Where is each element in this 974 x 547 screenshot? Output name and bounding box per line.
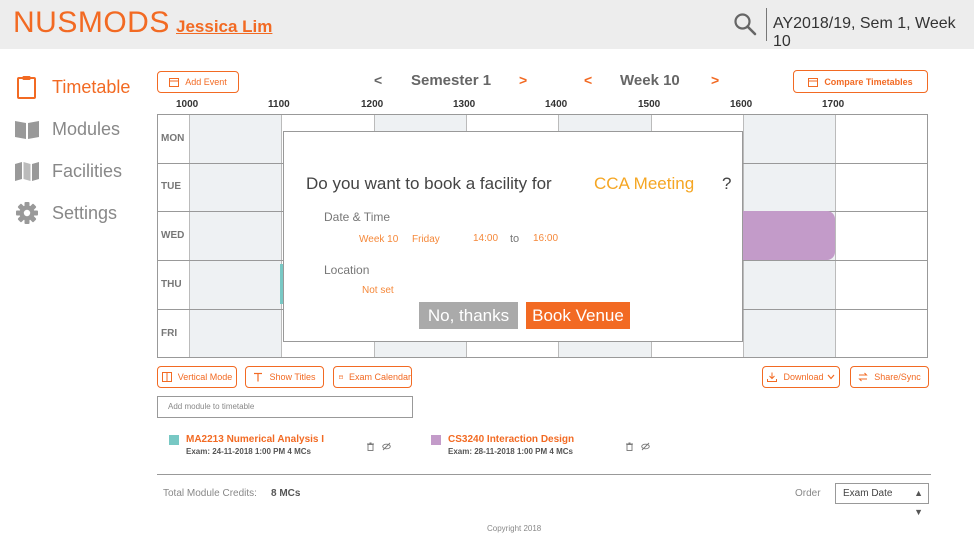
sidebar-item-label: Timetable <box>52 76 131 97</box>
booking-dialog: Do you want to book a facility for CCA M… <box>283 131 743 342</box>
compare-timetables-button[interactable]: Compare Timetables <box>793 70 928 93</box>
total-credits-label: Total Module Credits: <box>163 488 257 499</box>
to-label: to <box>510 233 520 245</box>
search-icon[interactable] <box>733 12 757 36</box>
sidebar-item-settings[interactable]: Settings <box>14 201 117 225</box>
sidebar-item-modules[interactable]: Modules <box>14 117 120 141</box>
download-icon <box>767 372 778 382</box>
add-module-input[interactable]: Add module to timetable <box>157 396 413 418</box>
day-label: THU <box>161 279 182 290</box>
hour-label: 1400 <box>545 99 568 110</box>
module-title[interactable]: CS3240 Interaction Design <box>448 434 574 445</box>
sidebar-item-timetable[interactable]: Timetable <box>14 75 130 99</box>
dialog-question: Do you want to book a facility for <box>306 174 552 193</box>
hour-label: 1700 <box>822 99 845 110</box>
sidebar-item-label: Modules <box>52 118 121 139</box>
vertical-mode-label: Vertical Mode <box>177 372 233 382</box>
hour-label: 1500 <box>638 99 661 110</box>
trash-icon[interactable] <box>625 442 634 451</box>
divider <box>157 474 931 475</box>
hour-label: 1300 <box>453 99 476 110</box>
trash-icon[interactable] <box>366 442 375 451</box>
semester-title: Semester 1 <box>411 72 492 89</box>
map-icon <box>15 162 39 181</box>
exam-calendar-label: Exam Calendar <box>348 372 411 382</box>
book-venue-button[interactable]: Book Venue <box>526 302 630 329</box>
hour-label: 1000 <box>176 99 199 110</box>
share-sync-button[interactable]: Share/Sync <box>850 366 929 388</box>
order-label: Order <box>795 488 821 499</box>
module-title[interactable]: MA2213 Numerical Analysis I <box>186 434 324 445</box>
add-event-label: Add Event <box>185 77 227 87</box>
dialog-question-mark: ? <box>722 174 732 193</box>
day-label: TUE <box>161 181 181 192</box>
download-label: Download <box>783 372 824 382</box>
location-label: Location <box>324 263 370 277</box>
module-exam-details: Exam: 24-11-2018 1:00 PM 4 MCs <box>186 447 311 456</box>
next-semester-arrow[interactable]: > <box>519 72 527 88</box>
show-titles-label: Show Titles <box>269 372 316 382</box>
download-button[interactable]: Download <box>762 366 840 388</box>
text-icon <box>254 372 263 382</box>
gear-icon <box>16 202 38 224</box>
semester-week-label: AY2018/19, Sem 1, Week 10 <box>773 15 956 50</box>
hour-label: 1200 <box>361 99 384 110</box>
hour-label: 1600 <box>730 99 753 110</box>
chevron-down-icon <box>827 374 834 380</box>
sidebar-item-facilities[interactable]: Facilities <box>14 159 122 183</box>
share-sync-label: Share/Sync <box>874 372 921 382</box>
select-arrows-icon: ▲ ▼ <box>914 488 923 517</box>
clipboard-icon <box>17 76 36 99</box>
timetable-event-cs3240[interactable] <box>742 211 835 260</box>
prev-semester-arrow[interactable]: < <box>374 72 382 88</box>
hide-icon[interactable] <box>382 442 391 451</box>
sync-icon <box>858 372 868 382</box>
module-exam-details: Exam: 28-11-2018 1:00 PM 4 MCs <box>448 447 573 456</box>
next-week-arrow[interactable]: > <box>711 72 719 88</box>
order-selected-value: Exam Date <box>843 488 893 499</box>
day-label: WED <box>161 230 185 241</box>
booking-end-time[interactable]: 16:00 <box>533 233 558 244</box>
sidebar-item-label: Facilities <box>52 160 123 181</box>
show-titles-button[interactable]: Show Titles <box>245 366 324 388</box>
calendar-icon <box>808 77 819 87</box>
booking-day[interactable]: Friday <box>412 234 440 245</box>
sidebar-item-label: Settings <box>52 202 118 223</box>
dialog-event-name: CCA Meeting <box>594 174 695 193</box>
calendar-icon <box>339 375 343 379</box>
hide-icon[interactable] <box>641 442 650 451</box>
exam-calendar-button[interactable]: Exam Calendar <box>333 366 412 388</box>
module-color-swatch[interactable] <box>431 435 441 445</box>
hour-label: 1100 <box>268 99 290 110</box>
book-icon <box>15 121 39 139</box>
order-select[interactable]: Exam Date ▲ ▼ <box>835 483 929 517</box>
user-name-link[interactable]: Jessica Lim <box>176 17 272 37</box>
copyright: Copyright 2018 <box>487 524 542 533</box>
prev-week-arrow[interactable]: < <box>584 72 592 88</box>
total-credits-value: 8 MCs <box>271 488 301 499</box>
vertical-mode-button[interactable]: Vertical Mode <box>157 366 237 388</box>
brand-logo[interactable]: NUSMODS <box>13 6 170 40</box>
calendar-icon <box>169 78 180 87</box>
top-header: NUSMODS Jessica Lim AY2018/19, Sem 1, We… <box>0 0 974 50</box>
day-label: MON <box>161 133 185 144</box>
add-event-button[interactable]: Add Event <box>157 71 239 93</box>
module-color-swatch[interactable] <box>169 435 179 445</box>
header-divider <box>766 8 767 41</box>
day-label: FRI <box>161 328 178 339</box>
location-value[interactable]: Not set <box>362 285 394 296</box>
datetime-label: Date & Time <box>324 210 391 224</box>
compare-label: Compare Timetables <box>824 76 913 87</box>
booking-start-time[interactable]: 14:00 <box>473 233 498 244</box>
week-title: Week 10 <box>620 72 680 89</box>
booking-week[interactable]: Week 10 <box>359 234 398 245</box>
columns-icon <box>161 372 172 382</box>
no-thanks-button[interactable]: No, thanks <box>419 302 518 329</box>
